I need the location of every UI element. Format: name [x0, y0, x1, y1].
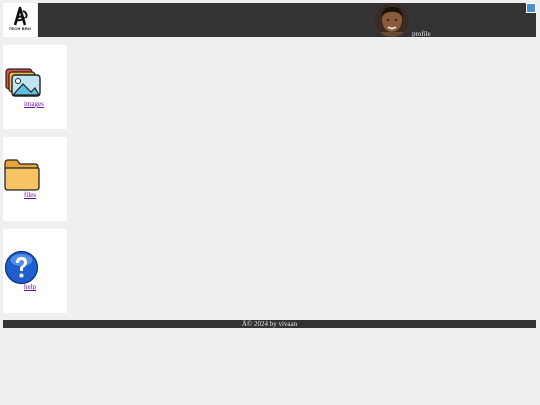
techbro-logo-icon — [13, 6, 28, 26]
copyright-text: Â© 2024 by vivaan — [241, 320, 298, 328]
files-card[interactable]: files — [3, 137, 67, 221]
profile-link[interactable]: profile — [412, 30, 431, 38]
logo-text: TECH BRO — [8, 26, 32, 31]
images-card[interactable]: images — [3, 45, 67, 129]
help-link[interactable]: help — [24, 283, 36, 291]
help-icon — [4, 250, 39, 285]
folder-icon — [4, 159, 40, 191]
images-icon — [5, 68, 41, 97]
images-link[interactable]: images — [24, 100, 44, 108]
help-card[interactable]: help — [3, 229, 67, 313]
files-link[interactable]: files — [24, 191, 36, 199]
logo[interactable]: TECH BRO — [3, 3, 37, 37]
top-navbar: profile — [38, 3, 536, 38]
expand-icon[interactable] — [526, 3, 536, 13]
footer: Â© 2024 by vivaan — [3, 320, 536, 328]
profile-avatar[interactable] — [375, 4, 409, 37]
